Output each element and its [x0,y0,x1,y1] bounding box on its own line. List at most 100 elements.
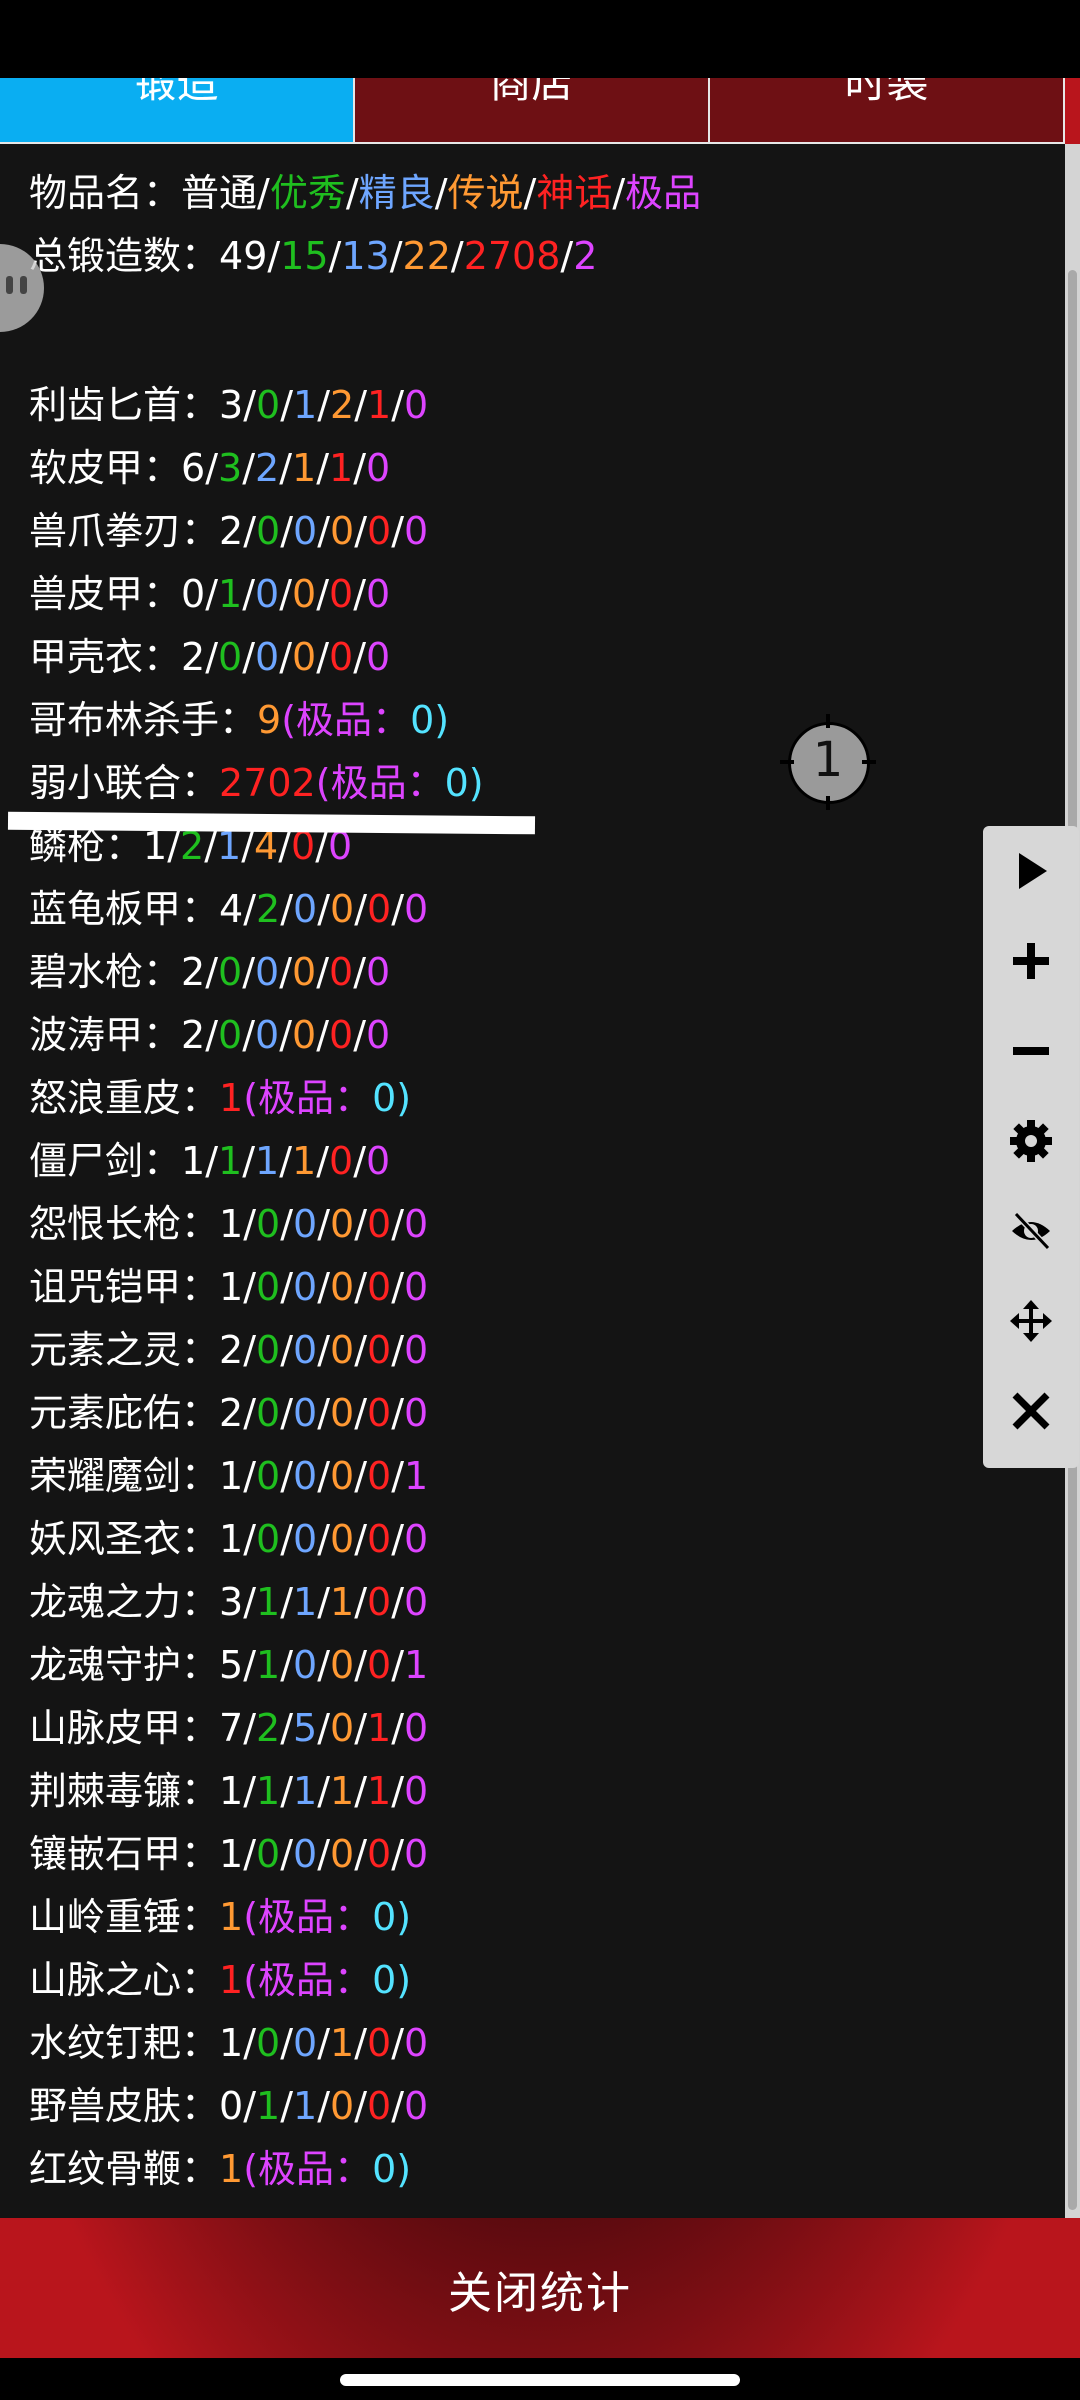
item-count: 0 [256,1328,281,1372]
item-count: 1 [219,1517,244,1561]
item-name: 利齿匕首 [29,383,182,427]
item-count: 2 [219,509,244,553]
target-number: 1 [812,732,844,788]
tab-shop[interactable]: 商店 [355,78,710,144]
item-row: 波涛甲：2/0/0/0/0/0 [29,1013,391,1057]
item-count: 0 [404,1517,429,1561]
item-count: 1 [256,2084,281,2128]
item-count: 1 [256,1580,281,1624]
item-name: 水纹钉耙 [29,2021,182,2065]
zoom-out-button[interactable] [983,1006,1079,1096]
item-name: 荣耀魔剑 [29,1454,182,1498]
item-count: 1 [219,1265,244,1309]
item-count: 0 [218,1013,243,1057]
extreme-label: 极品： [258,1076,373,1120]
item-count: 0 [404,1832,429,1876]
hide-button[interactable] [983,1186,1079,1276]
item-count: 2702 [219,761,316,805]
item-count: 0 [404,383,429,427]
item-count: 0 [367,1517,392,1561]
crosshair-target-marker[interactable]: 1 [780,714,876,810]
item-count: 0 [367,1328,392,1372]
play-button[interactable] [983,826,1079,916]
item-name: 鳞枪 [29,824,106,868]
item-name: 龙魂之力 [29,1580,182,1624]
item-count: 1 [219,1895,244,1939]
item-count: 0 [367,1202,392,1246]
item-row: 荆棘毒镰：1/1/1/1/1/0 [29,1769,429,1813]
item-row: 诅咒铠甲：1/0/0/0/0/0 [29,1265,429,1309]
item-count: 0 [293,1454,318,1498]
extreme-count: 0 [372,1895,397,1939]
tab-forge[interactable]: 锻造 [0,78,355,144]
item-count: 0 [256,509,281,553]
item-count: 1 [181,1139,206,1183]
item-count: 1 [293,383,318,427]
item-count: 0 [330,1265,355,1309]
zoom-in-button[interactable] [983,916,1079,1006]
item-count: 0 [255,572,280,616]
item-count: 0 [293,1202,318,1246]
item-count: 0 [404,1328,429,1372]
plus-icon [1013,943,1049,979]
item-count: 0 [366,950,391,994]
total-fine: 13 [341,234,390,278]
item-name: 弱小联合 [29,761,182,805]
grade-good: 优秀 [269,171,346,215]
item-count: 1 [219,1958,244,2002]
item-count: 0 [329,635,354,679]
minus-icon [1013,1047,1049,1055]
grade-extreme: 极品 [625,171,702,215]
item-count: 0 [367,2084,392,2128]
item-count: 0 [329,1139,354,1183]
item-count: 2 [219,1391,244,1435]
item-row: 软皮甲：6/3/2/1/1/0 [29,446,391,490]
item-count: 0 [330,509,355,553]
extreme-count: 0 [444,761,469,805]
item-count: 0 [329,1013,354,1057]
item-count: 0 [367,2021,392,2065]
item-row: 弱小联合：2702(极品：0) [29,761,484,805]
grade-fine: 精良 [358,171,435,215]
item-count: 1 [219,1832,244,1876]
item-count: 0 [255,635,280,679]
item-count: 1 [330,1769,355,1813]
item-count: 0 [330,1706,355,1750]
settings-button[interactable] [983,1096,1079,1186]
item-count: 1 [404,1454,429,1498]
item-count: 0 [330,1832,355,1876]
extreme-count: 0 [372,1958,397,2002]
total-normal: 49 [219,234,268,278]
item-count: 0 [256,2021,281,2065]
item-row: 荣耀魔剑：1/0/0/0/0/1 [29,1454,429,1498]
item-row: 怨恨长枪：1/0/0/0/0/0 [29,1202,429,1246]
item-count: 0 [367,887,392,931]
item-count: 0 [367,1580,392,1624]
grade-legend-row: 物品名：普通/优秀/精良/传说/神话/极品 [29,171,702,215]
item-count: 1 [256,1769,281,1813]
item-count: 1 [367,383,392,427]
close-toolbar-button[interactable] [983,1366,1079,1456]
item-count: 0 [367,1265,392,1309]
total-myth: 2708 [463,234,561,278]
item-row: 镶嵌石甲：1/0/0/0/0/0 [29,1832,429,1876]
item-count: 2 [181,1013,206,1057]
item-count: 1 [292,446,317,490]
item-count: 0 [256,1391,281,1435]
item-count: 0 [293,2021,318,2065]
tab-fashion[interactable]: 时装 [710,78,1065,144]
extreme-count: 0 [372,2147,397,2191]
item-row: 红纹骨鞭：1(极品：0) [29,2147,412,2191]
extreme-label: 极品： [258,1958,373,2002]
item-row: 碧水枪：2/0/0/0/0/0 [29,950,391,994]
home-indicator[interactable] [340,2374,740,2386]
item-count: 1 [219,2021,244,2065]
item-count: 0 [256,1832,281,1876]
close-stats-button[interactable]: 关闭统计 [448,2257,632,2321]
item-count: 0 [330,1328,355,1372]
item-count: 0 [292,572,317,616]
total-good: 15 [280,234,329,278]
move-button[interactable] [983,1276,1079,1366]
item-count: 1 [330,1580,355,1624]
item-count: 0 [256,383,281,427]
